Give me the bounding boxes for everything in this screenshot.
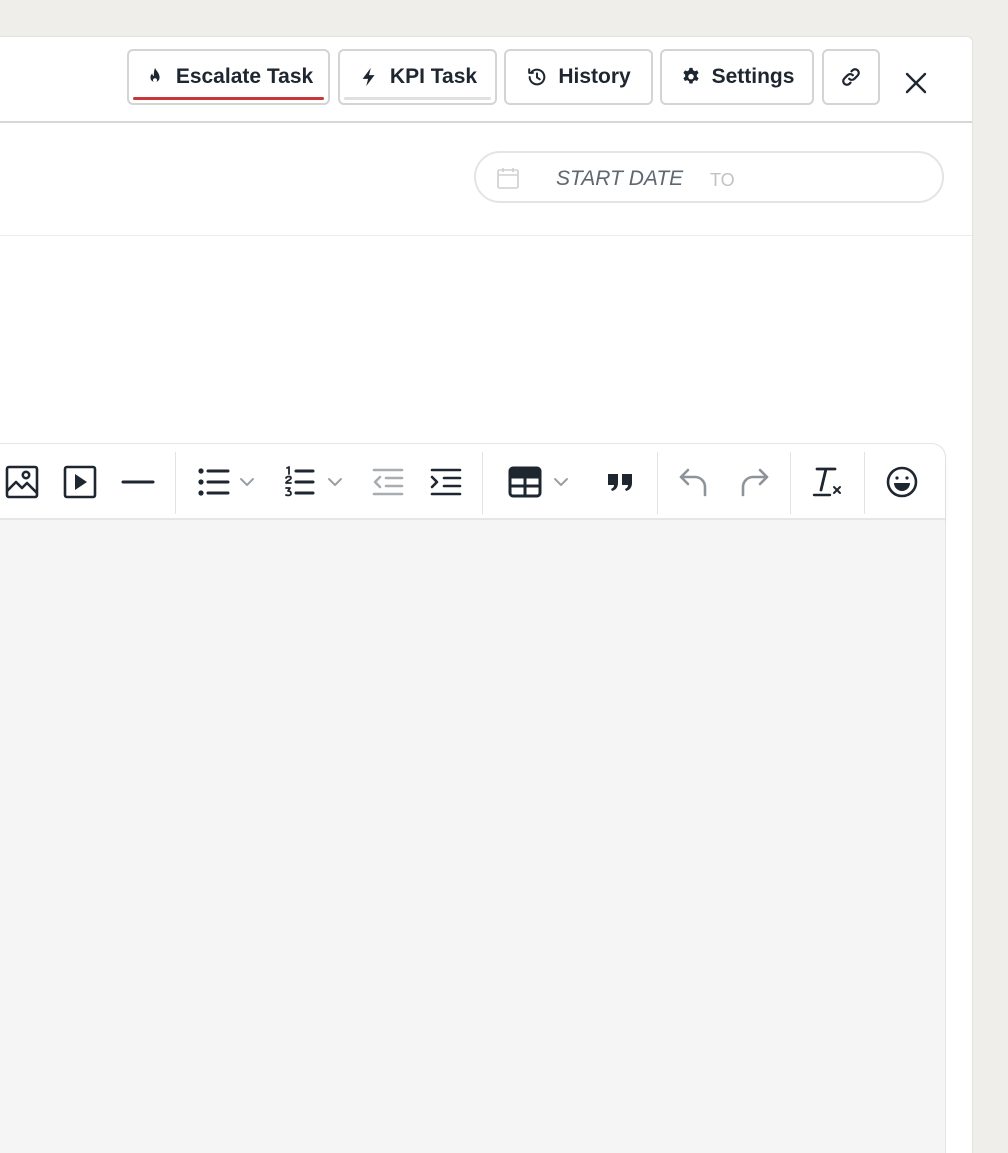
redo-button[interactable] [735, 463, 773, 501]
insert-image-button[interactable] [3, 463, 41, 501]
blockquote-icon [608, 474, 632, 491]
kpi-task-label: KPI Task [389, 65, 478, 88]
toolbar-separator [790, 452, 791, 514]
date-range-separator: TO [710, 170, 735, 190]
link-icon [840, 66, 862, 88]
emoji-icon [886, 466, 918, 498]
clear-format-icon [812, 467, 841, 497]
panel-header: Escalate Task KPI Task History Settings [0, 37, 972, 123]
task-panel: Escalate Task KPI Task History Settings [0, 36, 973, 1153]
bullet-list-icon [198, 468, 254, 496]
insert-video-button[interactable] [61, 463, 99, 501]
indent-button[interactable] [427, 463, 465, 501]
image-icon [5, 465, 39, 499]
escalate-underline [133, 97, 324, 100]
undo-button[interactable] [675, 463, 713, 501]
insert-emoji-button[interactable] [883, 463, 921, 501]
toolbar-separator [657, 452, 658, 514]
settings-button[interactable]: Settings [660, 49, 814, 105]
editor-toolbar [0, 444, 945, 520]
history-label: History [558, 65, 631, 88]
date-row: START DATE TO [0, 123, 972, 236]
table-icon [508, 466, 568, 498]
insert-table-button[interactable] [507, 463, 577, 501]
indent-icon [430, 468, 462, 496]
escalate-task-button[interactable]: Escalate Task [127, 49, 330, 105]
escalate-task-label: Escalate Task [175, 65, 314, 88]
close-icon [905, 72, 927, 94]
gear-icon [680, 66, 702, 88]
rich-text-editor [0, 443, 946, 1153]
calendar-icon [497, 168, 519, 189]
toolbar-separator [864, 452, 865, 514]
video-icon [63, 465, 97, 499]
blockquote-button[interactable] [601, 463, 639, 501]
start-date-input[interactable]: START DATE [556, 167, 683, 191]
redo-icon [741, 468, 769, 497]
history-icon [526, 66, 548, 88]
flame-icon [144, 66, 166, 88]
horizontal-rule-button[interactable] [119, 463, 157, 501]
numbered-list-button[interactable] [283, 463, 349, 501]
toolbar-separator [482, 452, 483, 514]
horizontal-rule-icon [121, 480, 155, 484]
bullet-list-button[interactable] [195, 463, 261, 501]
history-button[interactable]: History [504, 49, 653, 105]
outdent-button[interactable] [369, 463, 407, 501]
kpi-task-button[interactable]: KPI Task [338, 49, 497, 105]
close-button[interactable] [896, 63, 936, 103]
kpi-underline [344, 97, 491, 100]
clear-formatting-button[interactable] [808, 463, 846, 501]
settings-label: Settings [711, 65, 795, 88]
bolt-icon [358, 66, 380, 88]
editor-content-area[interactable] [0, 520, 945, 1153]
toolbar-separator [175, 452, 176, 514]
numbered-list-icon [285, 466, 342, 497]
copy-link-button[interactable] [822, 49, 880, 105]
date-range-picker[interactable]: START DATE TO [474, 151, 944, 203]
outdent-icon [372, 468, 404, 496]
undo-icon [679, 468, 707, 497]
